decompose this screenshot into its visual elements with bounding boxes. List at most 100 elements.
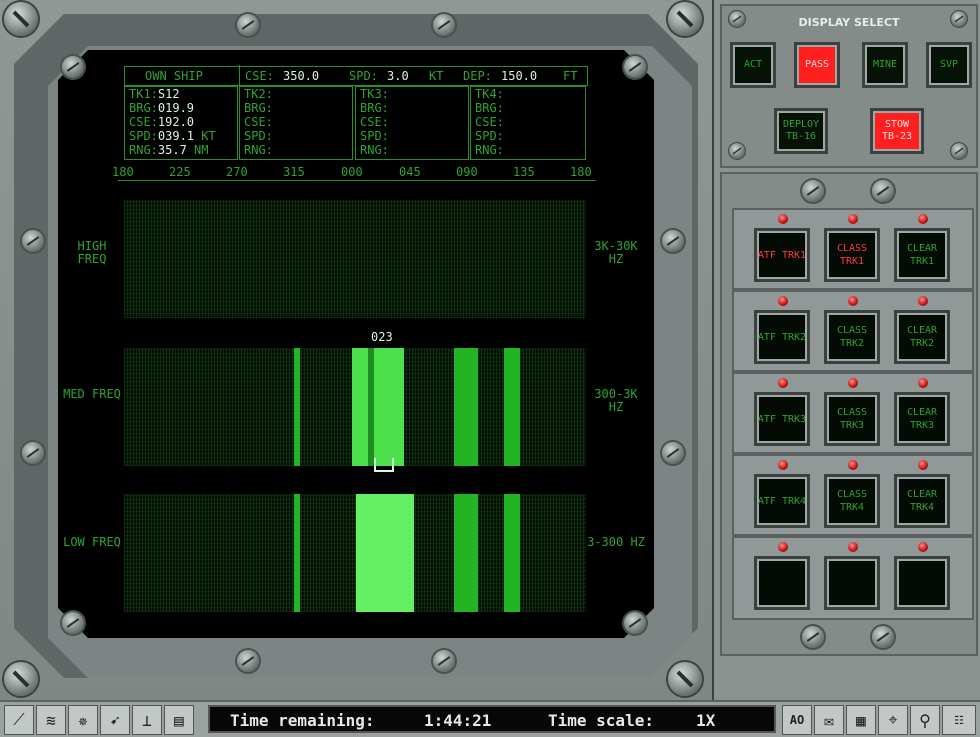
toggle-switches-icon[interactable]: ☷ [942,705,976,735]
class-trk1-button[interactable]: CLASS TRK1 [824,228,880,282]
screw-icon [433,14,455,36]
status-led-icon [848,542,858,552]
bearing-marker-label: 023 [371,330,393,344]
mine-button[interactable]: MINE [862,42,908,88]
status-led-icon [918,460,928,470]
clear-trk2-button[interactable]: CLEAR TRK2 [894,310,950,364]
low-freq-waterfall[interactable] [124,494,586,612]
screw-icon [951,11,967,27]
screw-icon [433,650,455,672]
blank-button-1[interactable] [754,556,810,610]
screw-icon [237,14,259,36]
track4-controls: ATF TRK4 CLASS TRK4 CLEAR TRK4 [732,454,974,536]
bearing-axis-line [118,180,596,181]
high-freq-label: HIGH FREQ [77,239,107,266]
class-trk4-button[interactable]: CLASS TRK4 [824,474,880,528]
track-info-1: TK1:S12 BRG:019.9 CSE:192.0 SPD:039.1 KT… [124,86,238,160]
stow-tb23-button[interactable]: STOW TB-23 [870,108,924,154]
screw-icon [802,180,824,202]
status-led-icon [778,378,788,388]
atf-trk4-button[interactable]: ATF TRK4 [754,474,810,528]
blank-button-3[interactable] [894,556,950,610]
sonar-station-icon[interactable]: ≋ [36,705,66,735]
status-led-icon [848,214,858,224]
clear-trk4-button[interactable]: CLEAR TRK4 [894,474,950,528]
track-info-3: TK3: BRG: CSE: SPD: RNG: [355,86,469,160]
med-freq-waterfall[interactable] [124,348,586,466]
sonar-panel: OWN SHIP CSE: 350.0 SPD: 3.0 KT DEP: 150… [0,0,714,700]
screw-icon [729,11,745,27]
status-led-icon [778,214,788,224]
status-led-icon [848,378,858,388]
ship-wheel-icon[interactable]: ✵ [68,705,98,735]
own-ship-header: OWN SHIP CSE: 350.0 SPD: 3.0 KT DEP: 150… [124,65,588,86]
time-scale-label: Time scale: [548,711,654,730]
bearing-cursor[interactable] [374,458,394,472]
track1-controls: ATF TRK1 CLASS TRK1 CLEAR TRK1 [732,208,974,290]
atf-trk2-button[interactable]: ATF TRK2 [754,310,810,364]
own-ship-speed: 3.0 [387,69,409,83]
clear-trk1-button[interactable]: CLEAR TRK1 [894,228,950,282]
class-trk3-button[interactable]: CLASS TRK3 [824,392,880,446]
track3-controls: ATF TRK3 CLASS TRK3 CLEAR TRK3 [732,372,974,454]
status-led-icon [918,542,928,552]
track-info-4: TK4: BRG: CSE: SPD: RNG: [470,86,586,160]
ao-button[interactable]: AO [782,705,812,735]
deploy-tb16-button[interactable]: DEPLOY TB-16 [774,108,828,154]
track2-controls: ATF TRK2 CLASS TRK2 CLEAR TRK2 [732,290,974,372]
own-ship-depth: 150.0 [501,69,538,83]
display-icon[interactable]: ▦ [846,705,876,735]
screw-icon [802,626,824,648]
high-freq-waterfall[interactable] [124,200,586,318]
status-led-icon [848,296,858,306]
corner-screw-icon [668,662,702,696]
status-led-icon [778,460,788,470]
screw-icon [662,442,684,464]
screw-icon [662,230,684,252]
screw-icon [729,143,745,159]
screw-icon [62,612,84,634]
bearing-axis: 180 225 270 315 000 045 090 135 180 [112,165,592,179]
pass-button[interactable]: PASS [794,42,840,88]
track-info-2: TK2: BRG: CSE: SPD: RNG: [239,86,353,160]
screw-icon [624,56,646,78]
act-button[interactable]: ACT [730,42,776,88]
atf-trk3-button[interactable]: ATF TRK3 [754,392,810,446]
screw-icon [951,143,967,159]
status-led-icon [848,460,858,470]
time-remaining-label: Time remaining: [230,711,375,730]
magnify-icon[interactable]: ⚲ [910,705,940,735]
screw-icon [872,180,894,202]
periscope-icon[interactable]: ⊥ [132,705,162,735]
corner-screw-icon [4,662,38,696]
screw-icon [237,650,259,672]
class-trk2-button[interactable]: CLASS TRK2 [824,310,880,364]
status-board-icon[interactable]: ▤ [164,705,194,735]
blank-controls [732,536,974,620]
screw-icon [22,230,44,252]
status-led-icon [918,214,928,224]
navigation-icon[interactable]: ⌖ [878,705,908,735]
screw-icon [872,626,894,648]
screw-icon [62,56,84,78]
time-scale-value: 1X [696,711,716,730]
blank-button-2[interactable] [824,556,880,610]
control-panel: DISPLAY SELECT ACT PASS MINE SVP DEPLOY … [714,0,980,700]
clear-trk3-button[interactable]: CLEAR TRK3 [894,392,950,446]
low-freq-label: LOW FREQ [63,535,121,549]
own-ship-course: 350.0 [283,69,320,83]
status-led-icon [918,296,928,306]
weapons-icon[interactable]: ➹ [100,705,130,735]
atf-trk1-button[interactable]: ATF TRK1 [754,228,810,282]
screw-icon [624,612,646,634]
status-led-icon [778,542,788,552]
chart-tool-icon[interactable]: ⟋ [4,705,34,735]
screw-icon [22,442,44,464]
svp-button[interactable]: SVP [926,42,972,88]
message-icon[interactable]: ✉ [814,705,844,735]
high-freq-range: 3K-30K HZ [594,239,638,266]
low-freq-range: 3-300 HZ [587,535,645,549]
display-select-section: DISPLAY SELECT ACT PASS MINE SVP DEPLOY … [720,4,978,168]
status-led-icon [918,378,928,388]
corner-screw-icon [4,2,38,36]
